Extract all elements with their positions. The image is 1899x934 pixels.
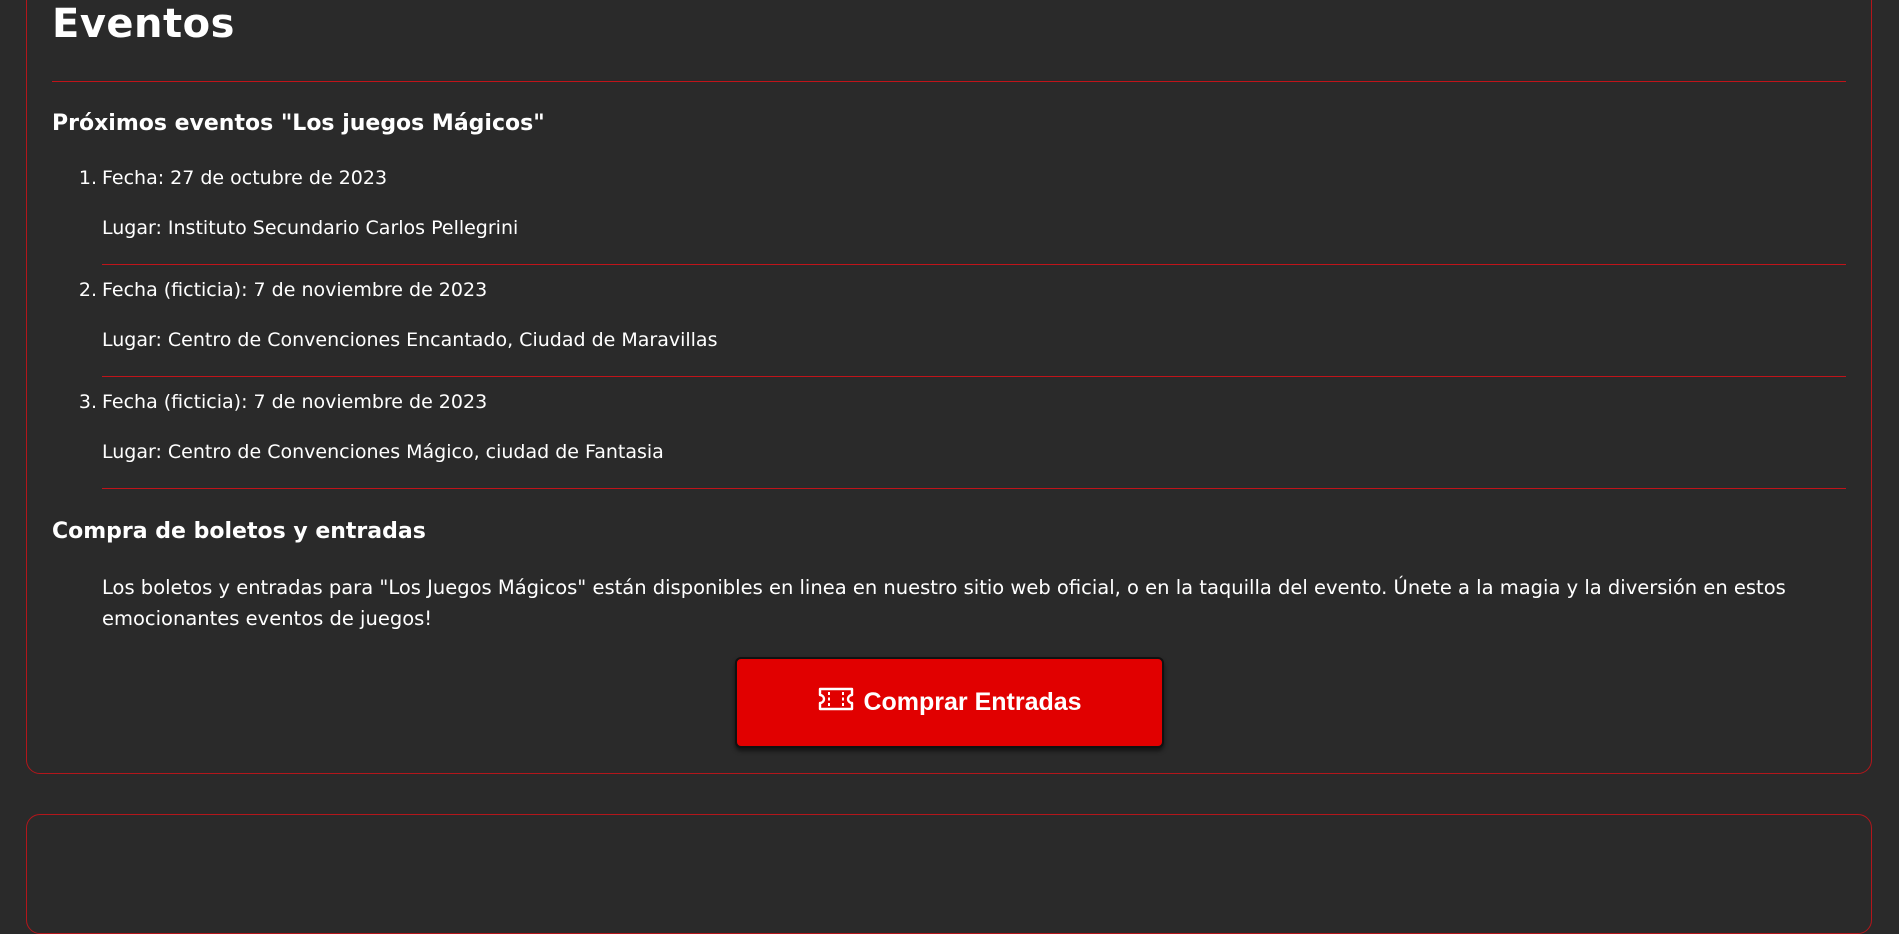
list-item-divider: [102, 376, 1846, 377]
list-item-number: 2.: [78, 279, 97, 301]
title-divider: [52, 81, 1846, 82]
list-item-number: 3.: [78, 391, 97, 413]
ticket-icon: [817, 686, 863, 719]
event-place: Lugar: Centro de Convenciones Mágico, ci…: [102, 441, 664, 463]
tickets-description: Los boletos y entradas para "Los Juegos …: [102, 576, 1786, 630]
tickets-heading: Compra de boletos y entradas: [52, 519, 426, 544]
event-date: Fecha: 27 de octubre de 2023: [102, 167, 388, 189]
event-place: Lugar: Instituto Secundario Carlos Pelle…: [102, 217, 519, 239]
next-section-card: [26, 814, 1872, 934]
list-item-divider: [102, 264, 1846, 265]
upcoming-events-heading: Próximos eventos "Los juegos Mágicos": [52, 111, 545, 136]
list-item-divider: [102, 488, 1846, 489]
event-date: Fecha (ficticia): 7 de noviembre de 2023: [102, 391, 488, 413]
buy-tickets-button[interactable]: Comprar Entradas: [735, 657, 1164, 748]
list-item-number: 1.: [78, 167, 97, 189]
buy-tickets-label: Comprar Entradas: [863, 688, 1082, 716]
event-place: Lugar: Centro de Convenciones Encantado,…: [102, 329, 718, 351]
page-title: Eventos: [52, 1, 235, 47]
event-date: Fecha (ficticia): 7 de noviembre de 2023: [102, 279, 488, 301]
